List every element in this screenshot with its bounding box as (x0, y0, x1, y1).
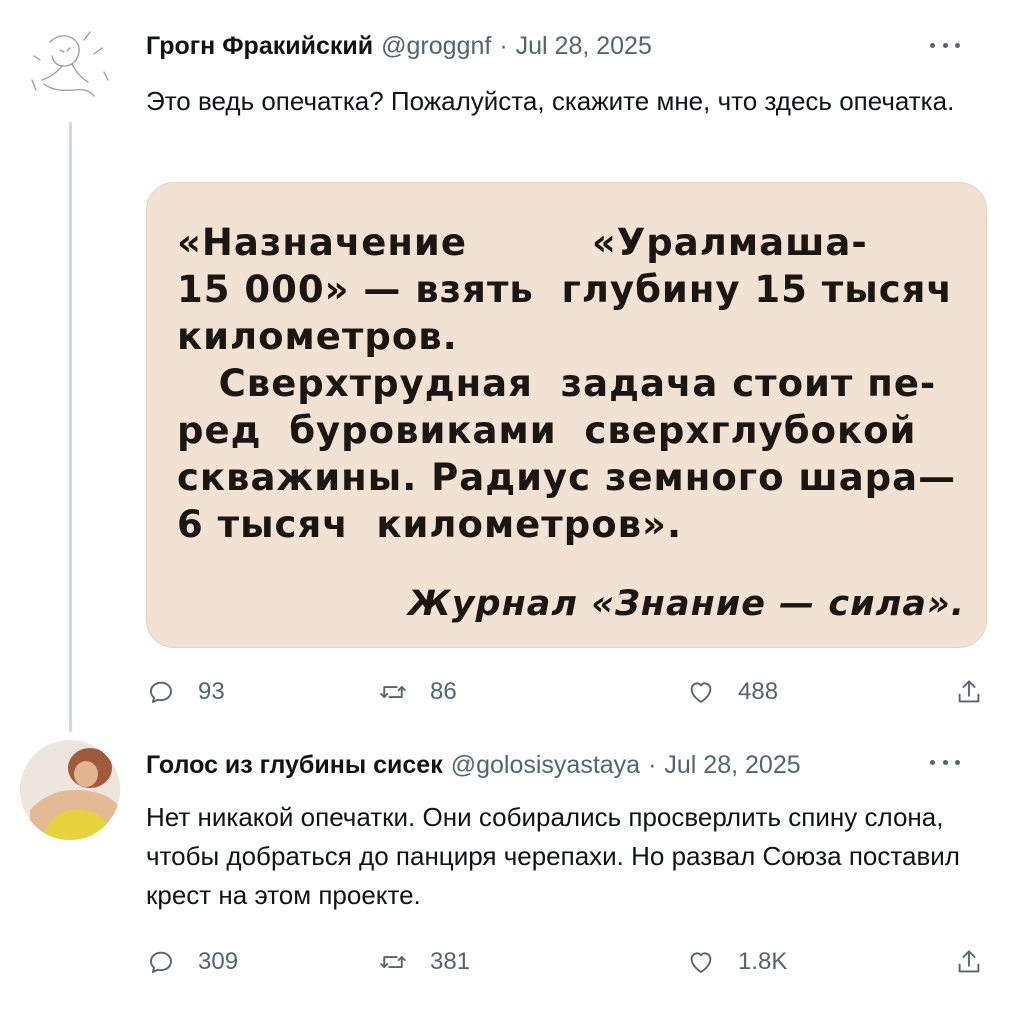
tweet-date[interactable]: Jul 28, 2025 (664, 751, 800, 780)
clipping-signature: Журнал «Знание — сила». (407, 584, 965, 624)
tweet-date[interactable]: Jul 28, 2025 (516, 32, 652, 61)
author-name[interactable]: Голос из глубины сисек (146, 751, 443, 780)
tweet-text: Это ведь опечатка? Пожалуйста, скажите м… (146, 86, 955, 116)
retweet-icon (380, 686, 406, 698)
like-button[interactable]: 488 (686, 670, 778, 714)
avatar[interactable] (20, 20, 120, 120)
tweet-header: Грогн Фракийский @groggnf · Jul 28, 2025 (146, 29, 652, 63)
clipping-text: «Назначение «Уралмаша- 15 000» — взять г… (177, 219, 964, 624)
action-bar: 309 381 1.8K (146, 940, 986, 984)
heart-icon (690, 952, 712, 973)
more-icon[interactable] (930, 752, 960, 772)
retweet-icon (380, 956, 406, 968)
separator: · (499, 31, 508, 60)
reply-icon (150, 951, 172, 973)
share-icon (958, 950, 980, 973)
like-count: 488 (738, 678, 779, 705)
tweet-image-newspaper-clipping[interactable]: «Назначение «Уралмаша- 15 000» — взять г… (146, 182, 987, 648)
retweet-count: 381 (430, 948, 471, 975)
clipping-line: 15 000» — взять глубину 15 тысяч (177, 268, 953, 311)
share-button[interactable] (954, 670, 984, 714)
retweet-count: 86 (430, 678, 457, 705)
tweet-header: Голос из глубины сисек @golosisyastaya ·… (146, 748, 801, 782)
reply-button[interactable]: 309 (146, 940, 238, 984)
thread-line (69, 122, 72, 732)
reply-icon (150, 681, 172, 703)
tweet-1: Грогн Фракийский @groggnf · Jul 28, 2025… (0, 0, 1012, 740)
clipping-line: 6 тысяч километров». (177, 503, 682, 546)
like-button[interactable]: 1.8K (686, 940, 787, 984)
tweet-text: Нет никакой опечатки. Они собирались про… (146, 802, 960, 910)
retweet-button[interactable]: 86 (378, 670, 457, 714)
clipping-line: «Назначение «Уралмаша- (177, 221, 868, 264)
share-icon (958, 680, 980, 703)
retweet-button[interactable]: 381 (378, 940, 470, 984)
author-handle[interactable]: @golosisyastaya (451, 751, 640, 780)
author-handle[interactable]: @groggnf (381, 32, 491, 61)
author-name[interactable]: Грогн Фракийский (146, 32, 373, 61)
tweet-2: Голос из глубины сисек @golosisyastaya ·… (0, 740, 1012, 1017)
like-count: 1.8K (738, 948, 788, 975)
action-bar: 93 86 488 (146, 670, 986, 714)
reply-count: 309 (198, 948, 239, 975)
heart-icon (690, 682, 712, 703)
clipping-line: ред буровиками сверхглубокой (177, 409, 917, 452)
reply-count: 93 (198, 678, 225, 705)
clipping-line: километров. (177, 315, 458, 358)
reply-button[interactable]: 93 (146, 670, 225, 714)
clipping-line: Сверхтрудная задача стоит пе- (177, 362, 937, 405)
clipping-line: скважины. Радиус земного шара— (177, 456, 957, 499)
more-icon[interactable] (930, 35, 960, 55)
avatar[interactable] (20, 740, 120, 840)
separator: · (648, 750, 657, 779)
share-button[interactable] (954, 940, 984, 984)
